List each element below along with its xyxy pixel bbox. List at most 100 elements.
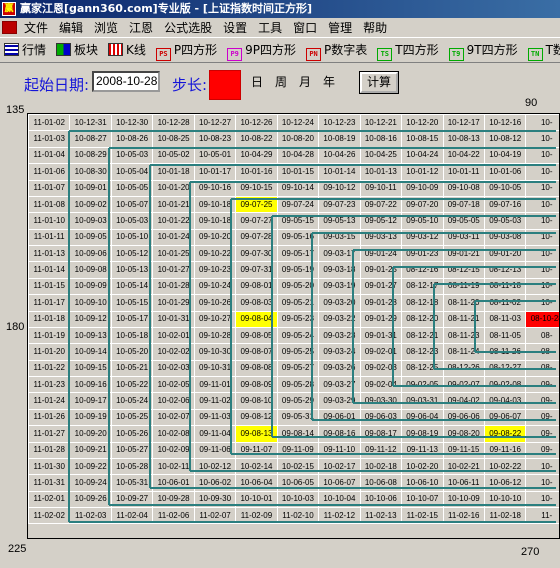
- date-cell[interactable]: 10-02-05: [152, 375, 195, 394]
- date-cell[interactable]: 09-08-14: [276, 425, 320, 443]
- date-cell[interactable]: 10-04-22: [442, 146, 485, 165]
- date-cell[interactable]: 10-05-20: [110, 343, 154, 361]
- date-cell[interactable]: 11-01-31: [28, 474, 71, 492]
- date-cell[interactable]: 08-12-16: [401, 261, 444, 279]
- date-cell[interactable]: 10-08-13: [442, 130, 485, 148]
- date-cell[interactable]: 10-09-05: [69, 228, 112, 247]
- date-cell[interactable]: 10-: [525, 457, 559, 476]
- date-cell[interactable]: 08-11-02: [483, 294, 527, 312]
- date-cell[interactable]: 10-09-09: [69, 277, 112, 296]
- date-cell[interactable]: 10-05-21: [110, 359, 154, 378]
- date-cell[interactable]: 08-11-20: [442, 294, 485, 312]
- date-cell[interactable]: 10-08-22: [235, 130, 278, 148]
- date-cell[interactable]: 10-09-10: [69, 294, 112, 312]
- date-cell[interactable]: 10-05-07: [110, 195, 154, 214]
- date-cell[interactable]: 10-08-27: [69, 130, 112, 148]
- date-cell[interactable]: 11-01-19: [28, 326, 71, 345]
- date-cell[interactable]: 09-02-01: [359, 343, 403, 361]
- date-cell[interactable]: 10-09-03: [69, 212, 112, 230]
- date-cell[interactable]: 10-12-20: [401, 114, 444, 132]
- date-cell[interactable]: 10-01-31: [152, 310, 195, 328]
- date-cell[interactable]: 10-01-13: [359, 163, 403, 181]
- date-cell[interactable]: 10-02-17: [318, 457, 361, 476]
- date-cell[interactable]: 10-05-31: [110, 474, 154, 492]
- date-cell[interactable]: 10-05-04: [110, 163, 154, 181]
- date-cell[interactable]: 11-01-22: [28, 359, 71, 378]
- date-cell[interactable]: 09-: [525, 425, 559, 443]
- date-cell[interactable]: 10-01-27: [152, 261, 195, 279]
- date-cell[interactable]: 10-02-12: [193, 457, 237, 476]
- date-cell[interactable]: 10-04-24: [401, 146, 444, 165]
- date-cell[interactable]: 11-01-28: [28, 441, 71, 459]
- date-cell[interactable]: 10-09-16: [69, 375, 112, 394]
- date-cell[interactable]: 10-01-22: [152, 212, 195, 230]
- menu-item[interactable]: 编辑: [59, 20, 83, 36]
- date-cell[interactable]: 10-05-17: [110, 310, 154, 328]
- date-cell[interactable]: 10-08-26: [110, 130, 154, 148]
- date-cell[interactable]: 09-06-07: [483, 408, 527, 427]
- date-cell[interactable]: 10-01-17: [193, 163, 237, 181]
- date-cell[interactable]: 09-08-17: [359, 425, 403, 443]
- date-cell[interactable]: 08-11-05: [483, 326, 527, 345]
- date-cell[interactable]: 10-12-28: [152, 114, 195, 132]
- date-cell[interactable]: 11-01-17: [28, 294, 71, 312]
- date-cell[interactable]: 09-: [525, 441, 559, 459]
- date-cell[interactable]: 10-01-20: [152, 179, 195, 197]
- date-cell[interactable]: 08-12-15: [442, 261, 485, 279]
- date-cell[interactable]: 11-01-10: [28, 212, 71, 230]
- date-cell[interactable]: 10-09-02: [69, 195, 112, 214]
- date-cell[interactable]: 09-06-06: [442, 408, 485, 427]
- date-cell[interactable]: 10-04-25: [359, 146, 403, 165]
- date-cell[interactable]: 09-03-22: [318, 310, 361, 328]
- date-cell[interactable]: 10-08-12: [483, 130, 527, 148]
- date-cell[interactable]: 11-01-07: [28, 179, 71, 197]
- date-cell[interactable]: 10-02-14: [235, 457, 278, 476]
- date-cell[interactable]: 09-03-27: [318, 375, 361, 394]
- date-cell[interactable]: 08-11-23: [442, 326, 485, 345]
- menu-item[interactable]: 浏览: [94, 20, 118, 36]
- date-cell[interactable]: 10-01-12: [401, 163, 444, 181]
- date-cell[interactable]: 11-01-02: [28, 114, 71, 132]
- date-cell[interactable]: 10-12-17: [442, 114, 485, 132]
- date-cell[interactable]: 10-12-23: [318, 114, 361, 132]
- toolbar-button[interactable]: K线: [104, 39, 146, 61]
- date-cell[interactable]: 10-01-21: [152, 195, 195, 214]
- date-cell[interactable]: 10-05-28: [110, 457, 154, 476]
- menu-item[interactable]: 帮助: [363, 20, 387, 36]
- date-cell[interactable]: 09-11-15: [442, 441, 485, 459]
- date-cell[interactable]: 10-: [525, 114, 559, 132]
- date-cell[interactable]: 10-02-01: [152, 326, 195, 345]
- date-cell[interactable]: 10-04-19: [483, 146, 527, 165]
- date-cell[interactable]: 10-: [525, 277, 559, 296]
- date-cell[interactable]: 10-09-13: [69, 326, 112, 345]
- date-cell[interactable]: 10-02-07: [152, 408, 195, 427]
- date-cell[interactable]: 10-02-02: [152, 343, 195, 361]
- unit-year-button[interactable]: 年: [318, 72, 340, 94]
- date-cell[interactable]: 11-01-24: [28, 392, 71, 410]
- date-cell[interactable]: 10-09-19: [69, 408, 112, 427]
- date-cell[interactable]: 10-05-15: [110, 294, 154, 312]
- toolbar-button[interactable]: TNT数字表: [524, 39, 560, 61]
- toolbar-button[interactable]: PN P数字表: [302, 39, 367, 61]
- date-cell[interactable]: 10-05-25: [110, 408, 154, 427]
- date-cell[interactable]: 10-05-03: [110, 212, 154, 230]
- date-cell[interactable]: 10-09-15: [69, 359, 112, 378]
- date-cell[interactable]: 11-01-18: [28, 310, 71, 328]
- date-cell[interactable]: 10-06-04: [235, 474, 278, 492]
- date-cell[interactable]: 08-12-21: [401, 326, 444, 345]
- date-cell[interactable]: 09-11-16: [483, 441, 527, 459]
- date-cell[interactable]: 08-11-19: [442, 277, 485, 296]
- date-cell[interactable]: 08-12-18: [401, 294, 444, 312]
- unit-day-button[interactable]: 日: [246, 72, 268, 94]
- date-cell[interactable]: 11-01-04: [28, 146, 71, 165]
- date-cell[interactable]: 10-01-11: [442, 163, 485, 181]
- date-cell[interactable]: 08-11-21: [442, 310, 485, 328]
- date-cell[interactable]: 09-01-29: [359, 310, 403, 328]
- date-cell[interactable]: 10-08-15: [401, 130, 444, 148]
- date-cell[interactable]: 11-02-01: [28, 490, 71, 509]
- date-cell[interactable]: 09-06-04: [401, 408, 444, 427]
- date-cell[interactable]: 11-01-26: [28, 408, 71, 427]
- date-cell[interactable]: 11-01-06: [28, 163, 71, 181]
- date-cell[interactable]: 10-06-10: [401, 474, 444, 492]
- date-cell[interactable]: 10-05-01: [193, 146, 237, 165]
